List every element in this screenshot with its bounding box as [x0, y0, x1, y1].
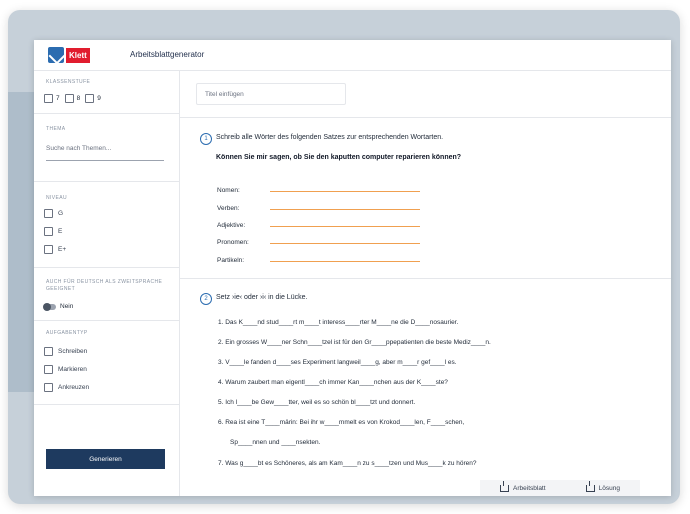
- grade-9-checkbox[interactable]: [85, 94, 95, 103]
- question-1-instruction: Schreib alle Wörter des folgenden Satzes…: [216, 134, 444, 141]
- task-cross-option[interactable]: Ankreuzen: [44, 383, 89, 392]
- sentence-5: 5. Ich l____be Gew____tter, weil es so s…: [218, 399, 416, 406]
- divider: [34, 267, 179, 268]
- filter-sidebar: KLASSENSTUFE 7 8 9 THEMA Suche nach Them…: [34, 71, 180, 496]
- grade-options: 7 8 9: [44, 94, 106, 103]
- download-solution-button[interactable]: Lösung: [585, 480, 620, 492]
- task-write-option[interactable]: Schreiben: [44, 347, 87, 356]
- daz-toggle[interactable]: Nein: [43, 302, 74, 311]
- task-cross-label: Ankreuzen: [58, 384, 90, 391]
- sentence-2: 2. Ein grosses W____ner Schn____tzel ist…: [218, 339, 491, 346]
- answer-line[interactable]: [270, 261, 420, 262]
- divider: [34, 404, 179, 405]
- question-2-number: 2: [200, 293, 212, 305]
- category-row-verben: Verben:: [217, 205, 420, 212]
- download-worksheet-button[interactable]: Arbeitsblatt: [500, 480, 546, 492]
- task-mark-checkbox[interactable]: [44, 365, 53, 374]
- divider: [180, 117, 671, 118]
- level-label: NIVEAU: [46, 195, 68, 201]
- task-mark-option[interactable]: Markieren: [44, 365, 87, 374]
- question-1-sentence: Können Sie mir sagen, ob Sie den kaputte…: [216, 154, 462, 161]
- generate-button[interactable]: Generieren: [46, 449, 165, 469]
- level-eplus-checkbox[interactable]: [44, 245, 53, 254]
- grade-7-label: 7: [56, 95, 60, 102]
- category-row-nomen: Nomen:: [217, 187, 420, 194]
- category-row-partikeln: Partikeln:: [217, 257, 420, 264]
- task-write-label: Schreiben: [58, 348, 88, 355]
- logo-text: Klett: [66, 47, 90, 63]
- sentence-6-continued: Sp____nnen und ____nsekten.: [230, 439, 321, 446]
- level-eplus-option[interactable]: E+: [44, 245, 66, 254]
- theme-search-input[interactable]: Suche nach Themen...: [46, 145, 164, 161]
- app-window: Klett Arbeitsblattgenerator KLASSENSTUFE…: [34, 40, 671, 496]
- category-label: Partikeln:: [217, 257, 245, 264]
- download-solution-label: Lösung: [598, 484, 620, 492]
- sentence-1: 1. Das K____nd stud____rt m____t interes…: [218, 319, 459, 326]
- task-write-checkbox[interactable]: [44, 347, 53, 356]
- sentence-3: 3. V____le fanden d____ses Experiment la…: [218, 359, 457, 366]
- download-bar: Arbeitsblatt Lösung: [480, 480, 640, 496]
- grade-8-checkbox[interactable]: [64, 94, 74, 103]
- divider: [180, 278, 671, 279]
- klett-mark-icon: [48, 47, 64, 63]
- download-icon: [500, 480, 510, 492]
- divider: [34, 320, 179, 321]
- toggle-switch[interactable]: [43, 302, 56, 311]
- level-g-label: G: [58, 210, 64, 217]
- answer-line[interactable]: [270, 243, 420, 244]
- level-e-option[interactable]: E: [44, 227, 62, 236]
- level-g-checkbox[interactable]: [44, 209, 53, 218]
- worksheet-preview: Titel einfügen 1 Schreib alle Wörter des…: [180, 71, 671, 496]
- category-label: Nomen:: [217, 187, 240, 194]
- daz-label: AUCH FÜR DEUTSCH ALS ZWEITSPRACHE GEEIGN…: [46, 279, 163, 292]
- grade-7-checkbox[interactable]: [44, 94, 53, 103]
- app-title: Arbeitsblattgenerator: [130, 50, 205, 59]
- theme-label: THEMA: [46, 126, 66, 132]
- task-type-label: AUFGABENTYP: [46, 330, 88, 336]
- sentence-7: 7. Was g____bt es Schöneres, als am Kam_…: [218, 460, 477, 467]
- title-input[interactable]: Titel einfügen: [196, 83, 346, 105]
- category-label: Pronomen:: [217, 239, 249, 246]
- answer-line[interactable]: [270, 226, 420, 227]
- task-mark-label: Markieren: [58, 366, 87, 373]
- task-cross-checkbox[interactable]: [44, 383, 53, 392]
- klett-logo[interactable]: Klett: [48, 45, 94, 65]
- app-header: Klett Arbeitsblattgenerator: [34, 40, 671, 71]
- category-row-pronomen: Pronomen:: [217, 239, 420, 246]
- download-icon: [585, 480, 595, 492]
- toggle-label: Nein: [60, 303, 74, 310]
- grade-8-label: 8: [76, 95, 81, 102]
- answer-line[interactable]: [270, 209, 420, 210]
- divider: [34, 113, 179, 114]
- download-worksheet-label: Arbeitsblatt: [513, 484, 546, 492]
- question-2-instruction: Setz ›ie‹ oder ›i‹ in die Lücke.: [216, 294, 308, 301]
- divider: [34, 181, 179, 182]
- category-label: Verben:: [217, 205, 240, 212]
- level-g-option[interactable]: G: [44, 209, 63, 218]
- answer-line[interactable]: [270, 191, 420, 192]
- level-eplus-label: E+: [58, 246, 67, 253]
- category-label: Adjektive:: [217, 222, 246, 229]
- level-e-label: E: [58, 228, 63, 235]
- category-row-adjektive: Adjektive:: [217, 222, 420, 229]
- toggle-knob: [43, 302, 51, 311]
- question-1-number: 1: [200, 133, 212, 145]
- grade-label: KLASSENSTUFE: [46, 79, 91, 85]
- background-panel: [8, 92, 34, 392]
- sentence-4: 4. Warum zaubert man eigentl____ch immer…: [218, 379, 448, 386]
- grade-9-label: 9: [97, 95, 101, 102]
- level-e-checkbox[interactable]: [44, 227, 53, 236]
- sentence-6: 6. Rea ist eine T____märin: Bei ihr w___…: [218, 419, 465, 426]
